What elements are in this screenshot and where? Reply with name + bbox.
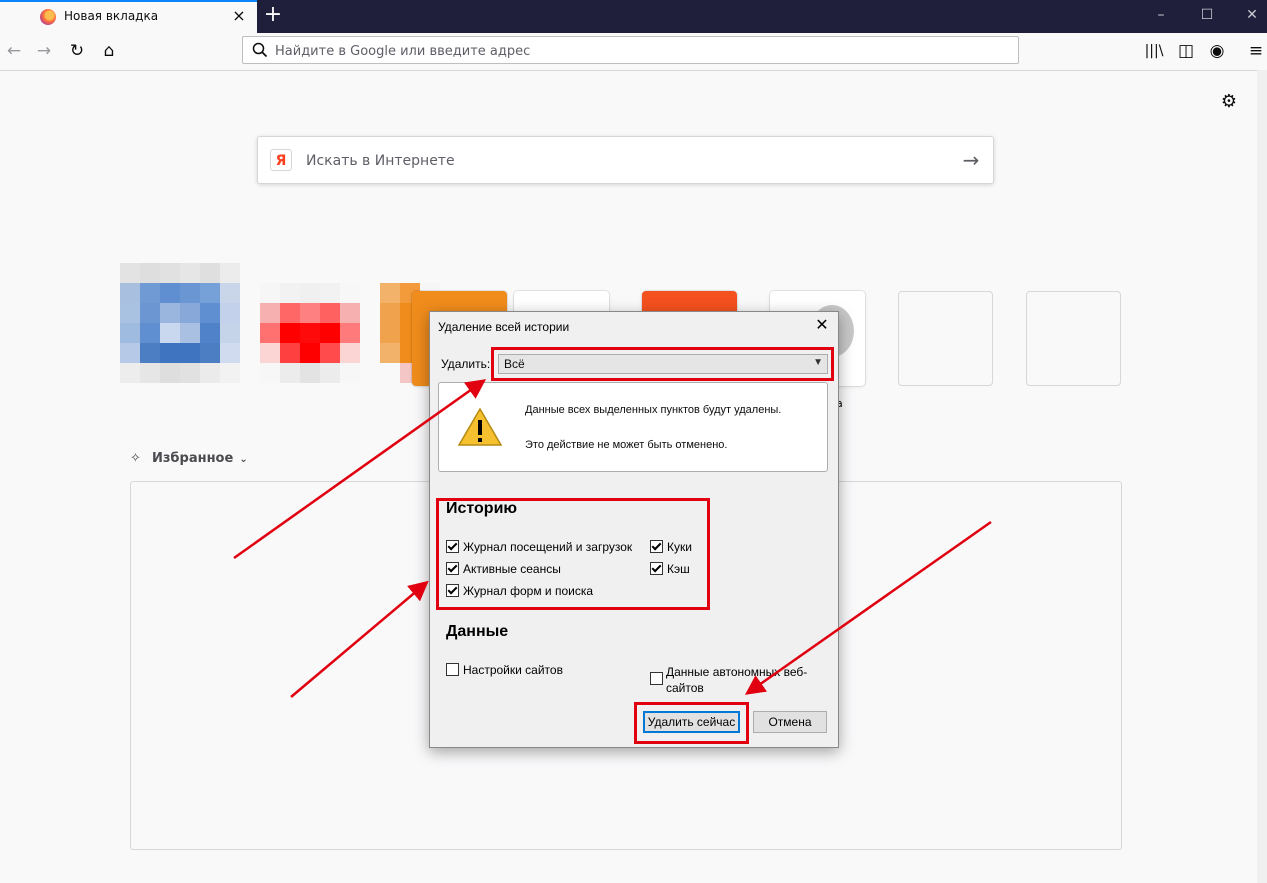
top-site-empty-2[interactable] (1026, 291, 1121, 386)
navigation-toolbar: ← → ↻ ⌂ |||\ ◫ ◉ ≡ (0, 33, 1267, 71)
window-close-icon[interactable]: ✕ (1242, 5, 1262, 25)
highlights-label: Избранное (152, 451, 234, 466)
annotation-highlight-history (436, 498, 710, 610)
checkbox-site-settings[interactable]: Настройки сайтов (446, 663, 563, 679)
url-input[interactable] (273, 40, 1007, 62)
tab-bar: Новая вкладка × + – ☐ ✕ (0, 0, 1267, 33)
top-site-tile-2[interactable] (260, 283, 360, 383)
dialog-title: Удаление всей истории (438, 320, 570, 334)
tab-title: Новая вкладка (64, 9, 159, 23)
warning-subtext: Это действие не может быть отменено. (525, 439, 728, 451)
top-site-empty-1[interactable] (898, 291, 993, 386)
checkbox-unchecked-icon[interactable] (650, 672, 663, 685)
sparkle-icon: ✧ (130, 451, 141, 466)
warning-text: Данные всех выделенных пунктов будут уда… (525, 404, 782, 416)
home-icon[interactable]: ⌂ (98, 39, 120, 63)
dialog-close-icon[interactable]: ✕ (812, 316, 832, 336)
tab-new-tab[interactable]: Новая вкладка × (0, 0, 257, 33)
gear-icon[interactable]: ⚙ (1219, 92, 1239, 112)
chevron-down-icon: ⌄ (239, 454, 248, 465)
minimize-icon[interactable]: – (1151, 5, 1171, 25)
back-arrow-icon[interactable]: ← (3, 39, 25, 63)
reload-icon[interactable]: ↻ (66, 39, 88, 63)
maximize-icon[interactable]: ☐ (1197, 5, 1217, 25)
checkbox-unchecked-icon[interactable] (446, 663, 459, 676)
yandex-logo-icon: Я (270, 149, 292, 171)
checkbox-offline-data[interactable]: Данные автономных веб-сайтов (650, 664, 820, 695)
forward-arrow-icon[interactable]: → (33, 39, 55, 63)
top-site-tile-1[interactable] (120, 263, 240, 383)
annotation-highlight-clear-button (634, 702, 749, 744)
menu-hamburger-icon[interactable]: ≡ (1245, 39, 1267, 63)
account-icon[interactable]: ◉ (1206, 39, 1228, 63)
close-tab-icon[interactable]: × (231, 7, 247, 25)
cancel-button[interactable]: Отмена (753, 711, 827, 733)
scrollbar[interactable] (1257, 70, 1267, 883)
sidebar-icon[interactable]: ◫ (1175, 39, 1197, 63)
web-search-input[interactable] (304, 150, 948, 172)
warning-icon (457, 407, 503, 446)
search-go-arrow-icon[interactable]: → (958, 147, 984, 173)
web-search-box[interactable]: Я → (257, 136, 994, 184)
data-heading: Данные (446, 623, 509, 640)
firefox-logo-icon (40, 9, 56, 25)
highlights-header[interactable]: ✧ Избранное ⌄ (130, 451, 248, 469)
annotation-highlight-range (491, 347, 834, 381)
address-bar[interactable] (242, 36, 1019, 64)
library-icon[interactable]: |||\ (1143, 39, 1165, 63)
search-icon (252, 42, 268, 58)
warning-box: Данные всех выделенных пунктов будут уда… (438, 382, 828, 472)
new-tab-plus-icon[interactable]: + (263, 3, 283, 27)
time-range-label: Удалить: (441, 357, 491, 371)
